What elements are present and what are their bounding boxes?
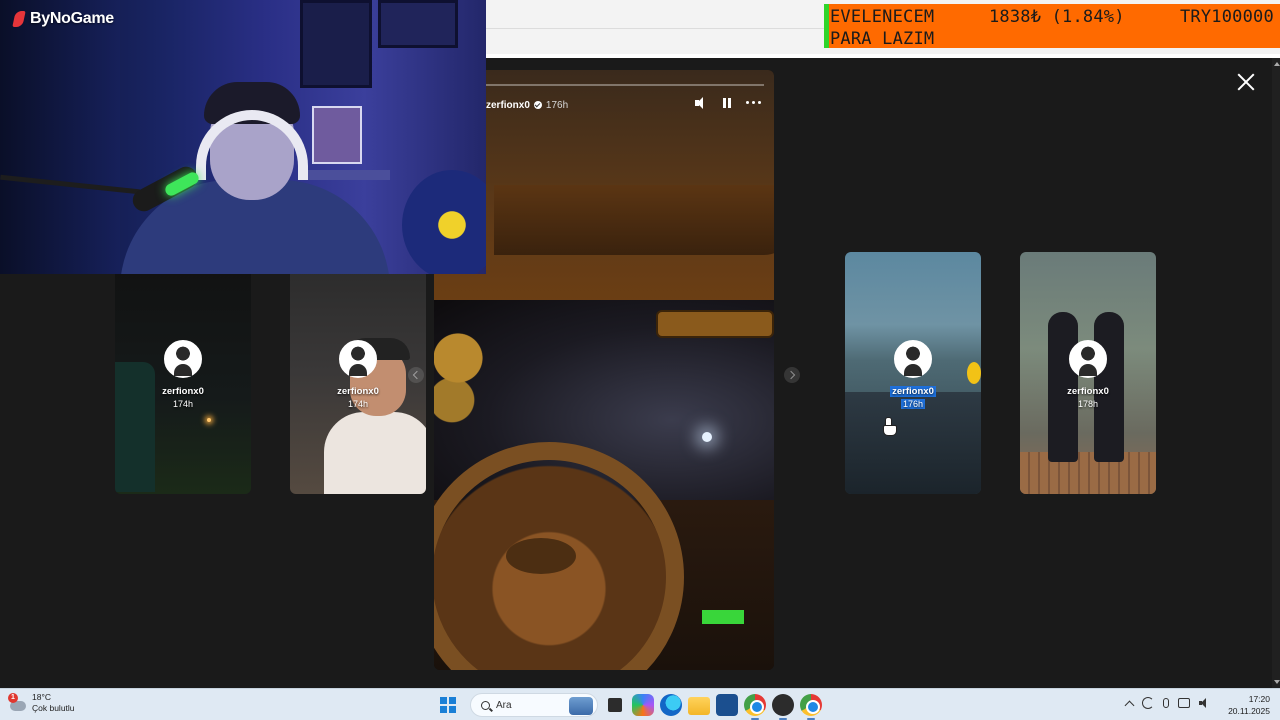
thumbnail-age: 176h [900,399,926,409]
store-icon[interactable] [716,694,738,716]
scroll-up-icon[interactable] [1274,62,1280,66]
story-scene [702,432,712,442]
avatar [339,340,377,378]
cloud-icon: 1 [8,693,26,711]
story-thumbnail[interactable]: zerfionx0 174h [290,252,426,494]
search-placeholder: Ara [496,699,512,711]
network-icon[interactable] [1178,698,1190,708]
brand-logo-icon [12,10,26,28]
ticker-goal: TRY100000 [1180,7,1274,27]
story-scene [506,538,576,574]
story-thumbnail[interactable]: zerfionx0 176h [845,252,981,494]
clock[interactable]: 17:20 20.11.2025 [1224,693,1270,717]
brand-name: ByNoGame [30,10,114,27]
thumbnail-username: zerfionx0 [890,386,936,397]
avatar [164,340,202,378]
webcam-scene [300,170,390,180]
search-icon [481,700,490,710]
notification-badge: 1 [8,693,18,703]
file-explorer-icon[interactable] [608,698,622,712]
chevron-up-icon[interactable] [1124,700,1135,710]
ticker-progress-bar [824,4,829,48]
clock-date: 20.11.2025 [1228,706,1270,716]
next-story-arrow-icon[interactable] [784,367,800,383]
thumbnail-age: 174h [172,399,194,409]
story-progress-bar [486,84,764,86]
search-highlight-icon [569,697,593,715]
scroll-down-icon[interactable] [1274,680,1280,684]
pause-icon[interactable] [720,96,734,110]
story-scene [656,310,774,338]
edge-icon[interactable] [660,694,682,716]
thumbnail-age: 174h [347,399,369,409]
chrome-icon[interactable] [744,694,766,720]
microphone-icon[interactable] [1163,698,1169,708]
thumbnail-username: zerfionx0 [1067,386,1109,397]
avatar [894,340,932,378]
taskbar: 1 18°C Çok bulutlu Ara 17:20 20.11.2025 [0,688,1280,720]
thumbnail-scene [115,362,155,492]
thumbnail-scene [207,418,211,422]
story-age: 176h [545,99,569,111]
divider [486,54,1280,58]
avatar [1069,340,1107,378]
more-icon[interactable] [746,96,762,110]
story-scene [702,610,744,624]
webcam-scene [378,0,458,48]
sync-icon[interactable] [1142,697,1154,709]
system-tray [1124,697,1209,710]
story-thumbnail[interactable]: zerfionx0 174h [115,252,251,494]
thumbnail-scene [324,412,426,494]
copilot-icon[interactable] [632,694,654,716]
scrollbar[interactable] [1272,58,1280,688]
webcam-scene [312,106,362,164]
weather-widget[interactable]: 1 18°C Çok bulutlu [8,692,75,714]
thumbnail-scene [967,362,981,384]
thumbnail-username: zerfionx0 [162,386,204,397]
thumbnail-scene [1020,452,1156,494]
taskbar-apps: Ara [440,692,822,720]
story-scene [494,185,774,255]
screen: EVELENECEM 1838₺ (1.84%) TRY100000 PARA … [0,0,1280,720]
volume-icon[interactable] [1199,698,1209,708]
weather-text: 18°C Çok bulutlu [32,692,75,714]
ticker-name: EVELENECEM [830,7,935,27]
story-thumbnail[interactable]: zerfionx0 178h [1020,252,1156,494]
webcam-overlay: ByNoGame [0,0,486,274]
hand-cursor-icon [882,417,897,436]
previous-story-arrow-icon[interactable] [408,367,424,383]
donation-ticker: EVELENECEM 1838₺ (1.84%) TRY100000 PARA … [824,4,1280,48]
thumbnail-username: zerfionx0 [337,386,379,397]
story-username[interactable]: zerfionx0 [486,100,530,111]
ticker-message: PARA LAZIM [830,29,935,48]
sound-icon[interactable] [694,96,708,110]
obs-icon[interactable] [772,694,794,720]
story-controls [694,96,762,110]
chrome-profile-icon[interactable] [800,694,822,720]
folder-icon[interactable] [688,697,710,715]
clock-time: 17:20 [1248,694,1270,704]
weather-temp: 18°C [32,692,51,702]
taskbar-search[interactable]: Ara [470,693,598,717]
brand-logo: ByNoGame [12,10,114,28]
close-icon[interactable] [1234,70,1258,94]
webcam-scene [0,0,120,274]
webcam-scene [402,170,486,274]
weather-desc: Çok bulutlu [32,703,75,713]
thumbnail-age: 178h [1077,399,1099,409]
webcam-scene [300,0,372,88]
ticker-amount: 1838₺ (1.84%) [989,7,1125,27]
verified-icon [533,101,542,109]
windows-start-icon[interactable] [440,697,456,713]
story-scene [434,310,494,430]
